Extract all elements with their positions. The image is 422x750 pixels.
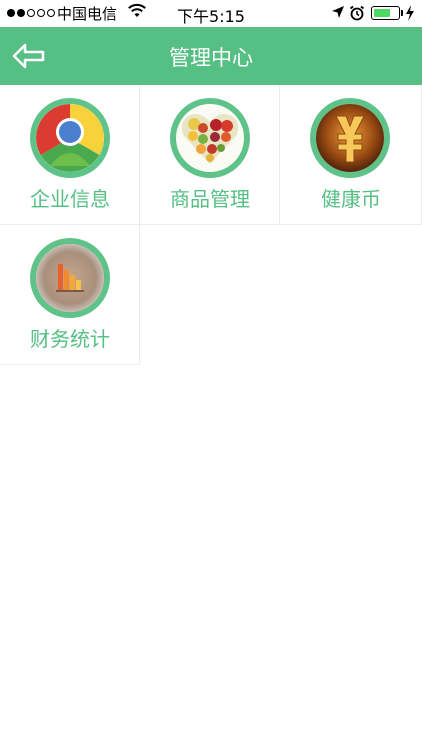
icon-ring	[30, 98, 110, 178]
menu-item-product-management[interactable]: 商品管理	[140, 85, 280, 225]
financial-stats-icon	[36, 244, 104, 312]
charging-bolt-icon	[406, 5, 414, 21]
icon-ring	[310, 98, 390, 178]
status-bar: 中国电信 下午5:15	[0, 0, 422, 27]
menu-item-label: 商品管理	[170, 187, 250, 211]
menu-item-label: 企业信息	[30, 187, 110, 211]
page-title: 管理中心	[169, 46, 253, 70]
menu-item-health-coin[interactable]: 健康币	[280, 85, 422, 225]
battery-tip	[401, 10, 403, 16]
menu-item-enterprise-info[interactable]: 企业信息	[0, 85, 140, 225]
battery-level	[374, 9, 390, 17]
product-management-icon	[181, 114, 239, 164]
enterprise-info-icon	[36, 104, 104, 172]
menu-item-financial-stats[interactable]: 财务统计	[0, 225, 140, 365]
nav-bar: 管理中心	[0, 27, 422, 85]
icon-ring	[30, 238, 110, 318]
icon-ring	[170, 98, 250, 178]
location-arrow-icon	[332, 6, 344, 18]
menu-item-label: 健康币	[321, 187, 381, 211]
alarm-clock-icon	[349, 5, 365, 21]
menu-item-label: 财务统计	[30, 327, 110, 351]
battery-icon	[371, 6, 400, 20]
health-coin-icon	[316, 104, 384, 172]
